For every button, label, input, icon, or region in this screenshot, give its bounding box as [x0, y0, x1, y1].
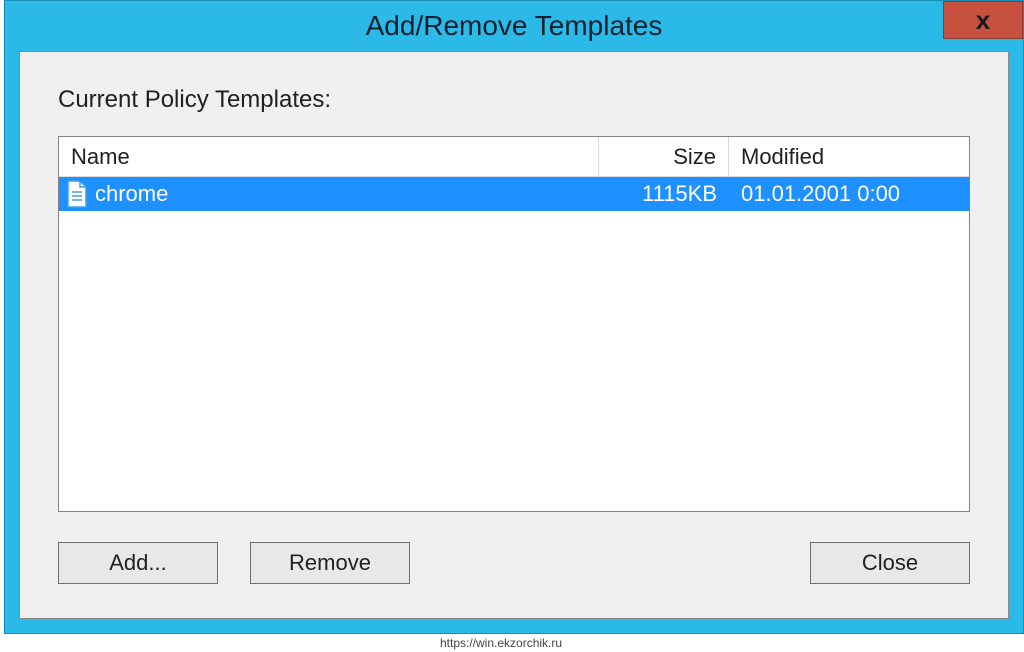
titlebar: Add/Remove Templates x	[5, 1, 1023, 51]
client-area: Current Policy Templates: Name Size Modi…	[19, 51, 1009, 619]
cell-size: 1115KB	[599, 181, 729, 207]
file-icon	[65, 180, 89, 208]
section-label: Current Policy Templates:	[58, 86, 970, 114]
add-button[interactable]: Add...	[58, 542, 218, 584]
dialog-window: Add/Remove Templates x Current Policy Te…	[4, 0, 1024, 634]
cell-modified: 01.01.2001 0:00	[729, 181, 969, 207]
close-button[interactable]: Close	[810, 542, 970, 584]
column-header-size[interactable]: Size	[599, 137, 729, 176]
listview-header: Name Size Modified	[59, 137, 969, 177]
watermark-text: https://win.ekzorchik.ru	[440, 636, 562, 650]
close-icon: x	[976, 5, 990, 36]
cell-name: chrome	[59, 180, 599, 208]
listview-body: chrome 1115KB 01.01.2001 0:00	[59, 177, 969, 211]
column-header-modified[interactable]: Modified	[729, 137, 969, 176]
close-window-button[interactable]: x	[943, 1, 1023, 39]
button-row: Add... Remove Close	[58, 542, 970, 584]
list-item[interactable]: chrome 1115KB 01.01.2001 0:00	[59, 177, 969, 211]
column-header-name[interactable]: Name	[59, 137, 599, 176]
remove-button[interactable]: Remove	[250, 542, 410, 584]
window-title: Add/Remove Templates	[366, 10, 663, 42]
templates-listview[interactable]: Name Size Modified	[58, 136, 970, 512]
cell-name-text: chrome	[95, 181, 168, 207]
